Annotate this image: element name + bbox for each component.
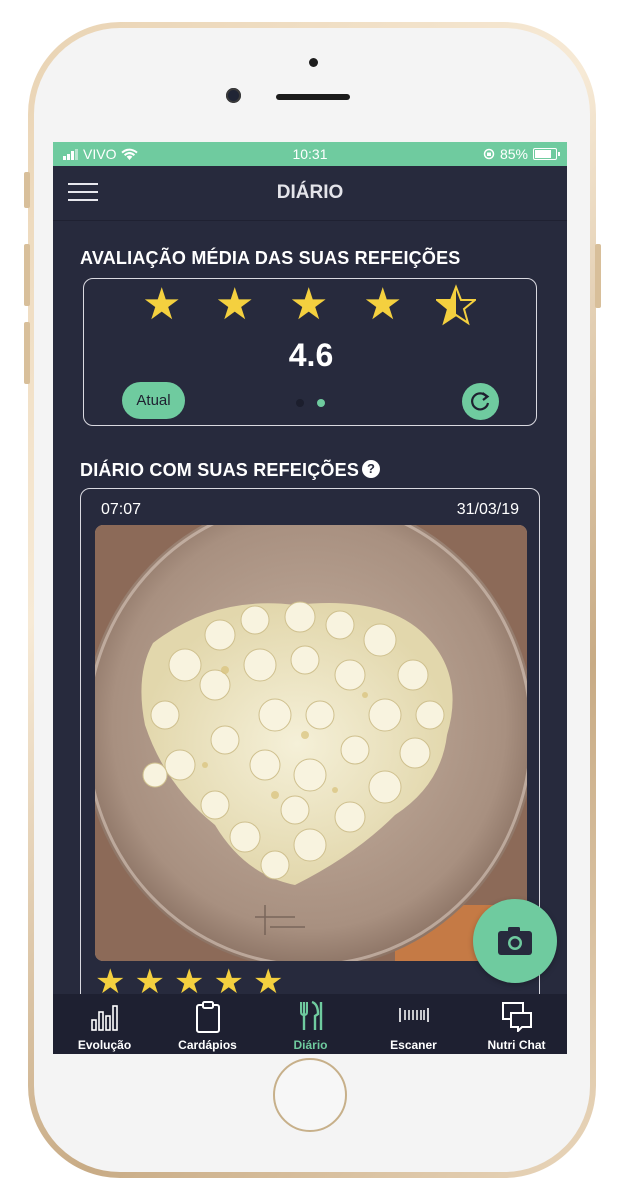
- camera-icon: [498, 927, 532, 955]
- diary-section-title: DIÁRIO COM SUAS REFEIÇÕES: [80, 460, 360, 480]
- home-button[interactable]: [273, 1058, 347, 1132]
- power-button: [595, 244, 601, 308]
- app-header: DIÁRIO: [53, 166, 567, 221]
- tab-cardapios[interactable]: Cardápios: [156, 994, 259, 1054]
- meal-entry-card[interactable]: 07:07 31/03/19 ★ ★ ★ ★ ★: [80, 488, 540, 1054]
- average-rating-card[interactable]: ★ ★ ★ ★ 4.6 Atual: [83, 278, 537, 426]
- battery-icon: [533, 148, 560, 160]
- help-icon[interactable]: ?: [362, 460, 380, 478]
- meal-photo[interactable]: [95, 525, 527, 961]
- add-meal-photo-button[interactable]: [473, 899, 557, 983]
- tab-label: Evolução: [77, 1038, 132, 1052]
- tab-nutri-chat[interactable]: Nutri Chat: [465, 994, 567, 1054]
- barcode-icon: [398, 1008, 429, 1022]
- page-dot-active[interactable]: [317, 399, 325, 407]
- meal-date: 31/03/19: [456, 501, 519, 518]
- tab-escaner[interactable]: Escaner: [362, 994, 465, 1054]
- refresh-button[interactable]: [462, 383, 499, 420]
- volume-down-button: [24, 322, 30, 384]
- tab-label: Escaner: [390, 1038, 437, 1052]
- cutlery-icon: [299, 1000, 322, 1030]
- tab-label: Nutri Chat: [487, 1038, 546, 1052]
- clipboard-icon: [195, 1001, 220, 1033]
- tab-label: Cardápios: [178, 1038, 237, 1052]
- bottom-tab-bar: Evolução Cardápios Diário Escaner Nutri …: [53, 994, 567, 1054]
- orientation-lock-icon: [483, 148, 495, 160]
- earpiece-speaker: [276, 94, 350, 100]
- tab-evolucao[interactable]: Evolução: [53, 994, 156, 1054]
- star-icon: ★: [289, 280, 329, 329]
- average-rating-value: 4.6: [288, 337, 334, 373]
- app-screen: VIVO 10:31 85% DIÁRIO AVALIAÇÃO MÉDIA DA…: [53, 142, 567, 1054]
- tab-diario[interactable]: Diário: [259, 994, 362, 1054]
- current-button[interactable]: Atual: [122, 382, 185, 419]
- popcorn-bowl-image: [95, 525, 527, 961]
- tab-label: Diário: [293, 1038, 328, 1052]
- chat-icon: [501, 1002, 532, 1032]
- volume-up-button: [24, 244, 30, 306]
- status-bar: VIVO 10:31 85%: [53, 142, 567, 166]
- page-title: DIÁRIO: [276, 182, 344, 203]
- half-star-icon: [436, 284, 476, 326]
- proximity-sensor: [309, 58, 318, 67]
- front-camera: [226, 88, 241, 103]
- page-dot-inactive[interactable]: [296, 399, 304, 407]
- star-icon: ★: [215, 280, 255, 329]
- rating-section-title: AVALIAÇÃO MÉDIA DAS SUAS REFEIÇÕES: [80, 248, 461, 268]
- refresh-icon: [471, 392, 490, 411]
- battery-percent: 85%: [499, 146, 528, 162]
- bar-chart-icon: [90, 1005, 118, 1031]
- star-icon: ★: [142, 280, 182, 329]
- star-icon: ★: [363, 280, 403, 329]
- mute-switch: [24, 172, 30, 208]
- meal-time: 07:07: [101, 501, 142, 518]
